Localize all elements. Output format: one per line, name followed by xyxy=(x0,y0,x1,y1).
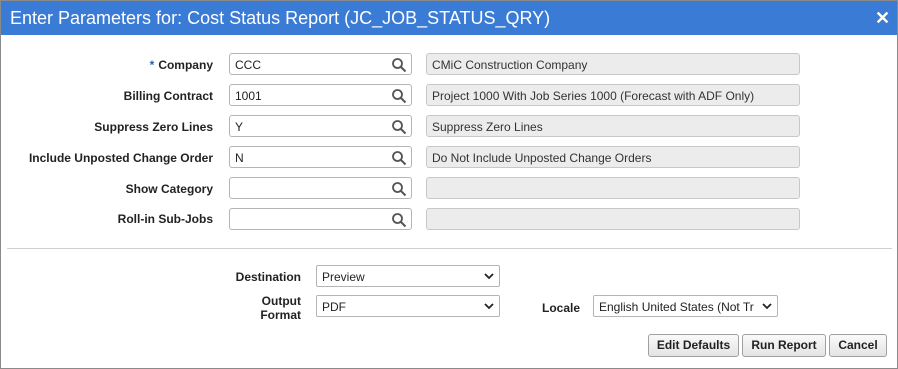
suppress-zero-lines-value: Y xyxy=(235,120,244,134)
parameters-dialog: Enter Parameters for: Cost Status Report… xyxy=(0,0,898,369)
dialog-titlebar: Enter Parameters for: Cost Status Report… xyxy=(1,1,897,35)
roll-in-sub-jobs-input[interactable] xyxy=(229,208,412,230)
billing-contract-label: Billing Contract xyxy=(123,89,213,103)
company-value: CCC xyxy=(235,58,261,72)
company-description: CMiC Construction Company xyxy=(426,53,800,75)
locale-label: Locale xyxy=(542,301,581,315)
roll-in-sub-jobs-label: Roll-in Sub-Jobs xyxy=(117,212,213,226)
billing-contract-description: Project 1000 With Job Series 1000 (Forec… xyxy=(426,84,800,106)
destination-select[interactable]: Preview xyxy=(316,265,500,287)
search-icon[interactable] xyxy=(391,57,407,73)
dialog-title: Enter Parameters for: Cost Status Report… xyxy=(10,8,551,28)
search-icon[interactable] xyxy=(391,88,407,104)
company-input[interactable]: CCC xyxy=(229,53,412,75)
suppress-zero-lines-label: Suppress Zero Lines xyxy=(94,120,213,134)
search-icon[interactable] xyxy=(391,150,407,166)
roll-in-sub-jobs-description xyxy=(426,208,800,230)
chevron-down-icon xyxy=(762,303,772,310)
run-report-button[interactable]: Run Report xyxy=(742,334,826,357)
required-marker: * xyxy=(149,58,155,72)
edit-defaults-button[interactable]: Edit Defaults xyxy=(648,334,739,357)
include-unposted-change-order-label: Include Unposted Change Order xyxy=(28,151,213,165)
output-format-select[interactable]: PDF xyxy=(316,295,500,317)
show-category-description xyxy=(426,177,800,199)
destination-label: Destination xyxy=(235,270,301,284)
search-icon[interactable] xyxy=(391,212,407,228)
company-label: * Company xyxy=(149,58,213,72)
billing-contract-value: 1001 xyxy=(235,89,262,103)
search-icon[interactable] xyxy=(391,119,407,135)
cancel-button[interactable]: Cancel xyxy=(829,334,887,357)
section-divider xyxy=(7,248,892,249)
include-unposted-change-order-value: N xyxy=(235,151,244,165)
include-unposted-change-order-description: Do Not Include Unposted Change Orders xyxy=(426,146,800,168)
show-category-input[interactable] xyxy=(229,177,412,199)
search-icon[interactable] xyxy=(391,181,407,197)
billing-contract-input[interactable]: 1001 xyxy=(229,84,412,106)
show-category-label: Show Category xyxy=(125,182,213,196)
suppress-zero-lines-input[interactable]: Y xyxy=(229,115,412,137)
chevron-down-icon xyxy=(484,273,494,280)
output-format-label: Output Format xyxy=(260,294,301,322)
include-unposted-change-order-input[interactable]: N xyxy=(229,146,412,168)
close-icon[interactable]: ✕ xyxy=(875,7,890,29)
suppress-zero-lines-description: Suppress Zero Lines xyxy=(426,115,800,137)
chevron-down-icon xyxy=(484,303,494,310)
locale-select[interactable]: English United States (Not Tr xyxy=(593,295,778,317)
